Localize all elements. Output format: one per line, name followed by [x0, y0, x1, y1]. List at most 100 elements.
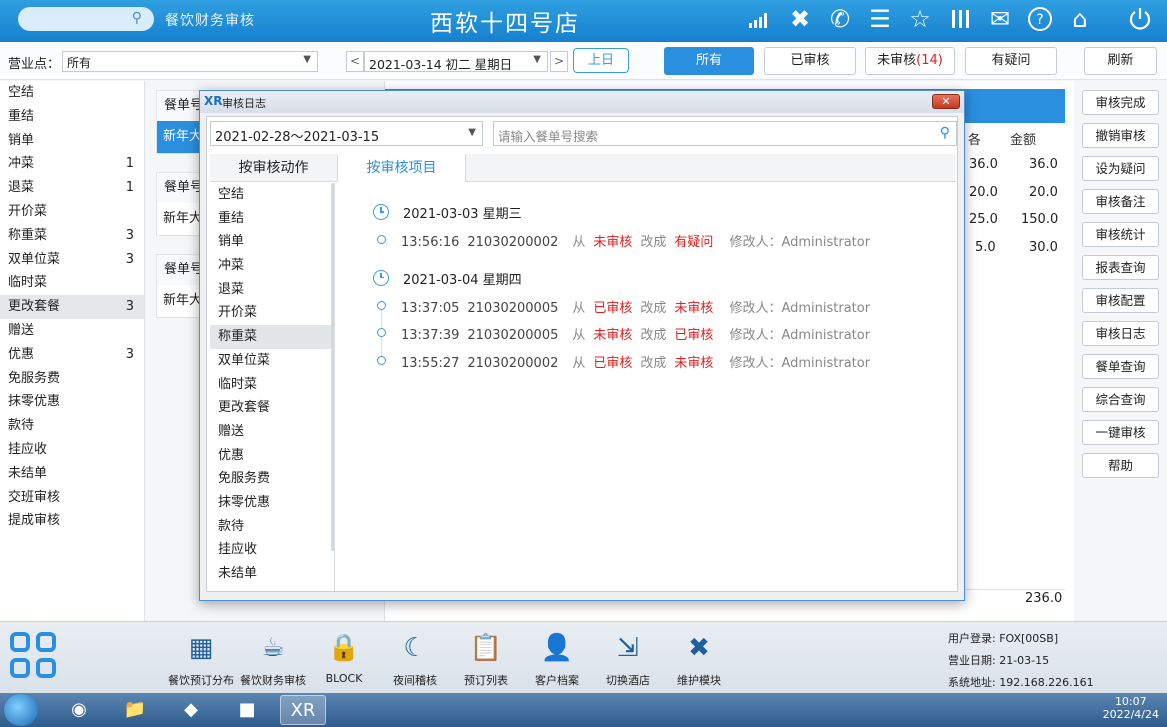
sidebar-item[interactable]: 空结 — [0, 81, 144, 105]
sidebar-item[interactable]: 免服务费 — [0, 367, 144, 391]
next-date-arrow[interactable]: > — [550, 51, 568, 72]
action-button[interactable]: 撤销审核 — [1082, 123, 1159, 148]
sidebar-item[interactable]: 临时菜 — [0, 271, 144, 295]
tab-by-action[interactable]: 按审核动作 — [210, 154, 338, 182]
phone-icon[interactable]: ✆ — [825, 4, 855, 34]
system-address: 系统地址: 192.168.226.161 — [948, 676, 1094, 689]
app-icon[interactable]: ◆ — [168, 695, 214, 725]
sidebar-item[interactable]: 开价菜 — [0, 200, 144, 224]
audit-action-item[interactable]: 抹零优惠 — [210, 491, 334, 515]
audit-action-item[interactable]: 挂应收 — [210, 538, 334, 562]
menu-icon[interactable]: ☰ — [865, 4, 895, 34]
audit-action-item[interactable]: 临时菜 — [210, 373, 334, 397]
audit-action-item[interactable]: 空结 — [210, 183, 334, 207]
outlet-select[interactable]: 所有 ▼ — [62, 51, 318, 72]
dock-item[interactable]: 📋 预订列表 — [450, 630, 522, 688]
sidebar-item[interactable]: 冲菜 1 — [0, 152, 144, 176]
dock-item[interactable]: 👤 客户档案 — [521, 630, 593, 688]
dialog-titlebar[interactable]: XR 审核日志 ✕ — [200, 91, 964, 113]
action-button[interactable]: 餐单查询 — [1082, 354, 1159, 379]
action-button[interactable]: 审核日志 — [1082, 321, 1159, 346]
columns-icon[interactable] — [945, 4, 975, 34]
audit-action-item[interactable]: 冲菜 — [210, 254, 334, 278]
audit-action-item[interactable]: 退菜 — [210, 278, 334, 302]
prev-date-arrow[interactable]: < — [346, 51, 364, 72]
audit-action-item[interactable]: 优惠 — [210, 444, 334, 468]
filter-audited-button[interactable]: 已审核 — [764, 47, 856, 75]
sidebar-item[interactable]: 重结 — [0, 105, 144, 129]
sidebar-item[interactable]: 退菜 1 — [0, 176, 144, 200]
business-date-select[interactable]: 2021-03-14 初二 星期日 ▼ — [364, 51, 548, 72]
log-entry[interactable]: 13:56:16 21030200002 从未审核 改成 有疑问 修改人：Administ… — [401, 231, 878, 250]
audit-action-item[interactable]: 赠送 — [210, 420, 334, 444]
log-entry[interactable]: 13:55:27 21030200002 从已审核 改成 未审核 修改人：Administ… — [401, 352, 878, 371]
action-button[interactable]: 审核完成 — [1082, 90, 1159, 115]
app-icon[interactable]: ■ — [224, 695, 270, 725]
dock-item[interactable]: ✖ 维护模块 — [663, 630, 735, 688]
sidebar-item[interactable]: 抹零优惠 — [0, 390, 144, 414]
global-search[interactable]: ⚲ — [18, 7, 154, 31]
sidebar-item[interactable]: 更改套餐 3 — [0, 295, 144, 319]
start-button[interactable] — [4, 694, 38, 726]
sidebar-item[interactable]: 销单 — [0, 129, 144, 153]
star-icon[interactable]: ☆ — [905, 4, 935, 34]
filter-unaudited-button[interactable]: 未审核(14) — [865, 47, 955, 75]
audit-action-item[interactable]: 销单 — [210, 230, 334, 254]
action-button[interactable]: 一键审核 — [1082, 420, 1159, 445]
refresh-button[interactable]: 刷新 — [1084, 47, 1157, 75]
audit-action-item[interactable]: 双单位菜 — [210, 349, 334, 373]
sidebar-item[interactable]: 交班审核 — [0, 486, 144, 510]
audit-action-item[interactable]: 未结单 — [210, 562, 334, 586]
prev-day-button[interactable]: 上日 — [573, 48, 629, 73]
action-button[interactable]: 审核备注 — [1082, 189, 1159, 214]
dock-item[interactable]: ☕ 餐饮财务审核 — [237, 630, 309, 688]
action-button[interactable]: 报表查询 — [1082, 255, 1159, 280]
audit-action-item[interactable]: 称重菜 — [210, 325, 334, 349]
power-icon[interactable] — [1125, 4, 1155, 34]
sidebar-item[interactable]: 称重菜 3 — [0, 224, 144, 248]
log-from-word: 从 — [572, 328, 586, 343]
sidebar-item[interactable]: 未结单 — [0, 462, 144, 486]
audit-action-item[interactable]: 开价菜 — [210, 301, 334, 325]
audit-action-item[interactable]: 更改套餐 — [210, 396, 334, 420]
log-entry[interactable]: 13:37:05 21030200005 从已审核 改成 未审核 修改人：Administ… — [401, 297, 878, 316]
dock-item[interactable]: ⇲ 切换酒店 — [592, 630, 664, 688]
tab-by-item[interactable]: 按审核项目 — [338, 154, 466, 182]
log-time: 13:37:39 — [401, 328, 460, 343]
date-range-select[interactable]: 2021-02-28～2021-03-15 ▼ — [210, 121, 483, 146]
mail-icon[interactable]: ✉ — [985, 4, 1015, 34]
action-button[interactable]: 设为疑问 — [1082, 156, 1159, 181]
dock-item[interactable]: ▦ 餐饮预订分布 — [165, 630, 237, 688]
firefox-icon[interactable]: ◉ — [56, 695, 102, 725]
log-entry[interactable]: 13:37:39 21030200005 从未审核 改成 已审核 修改人：Administ… — [401, 324, 878, 343]
sidebar-item[interactable]: 赠送 — [0, 319, 144, 343]
action-button[interactable]: 审核配置 — [1082, 288, 1159, 313]
filter-all-button[interactable]: 所有 — [664, 47, 754, 75]
system-tray-clock[interactable]: 10:07 2022/4/24 — [1103, 695, 1159, 721]
dock-item[interactable]: ☾ 夜间稽核 — [379, 630, 451, 688]
file-explorer-icon[interactable]: 📁 — [112, 695, 158, 725]
sidebar-item[interactable]: 款待 — [0, 414, 144, 438]
sidebar-item[interactable]: 提成审核 — [0, 509, 144, 533]
filter-doubtful-button[interactable]: 有疑问 — [965, 47, 1057, 75]
sidebar-item[interactable]: 挂应收 — [0, 438, 144, 462]
sidebar-item[interactable]: 优惠 3 — [0, 343, 144, 367]
xr-app-icon[interactable]: XR — [280, 695, 326, 725]
close-button[interactable]: ✕ — [932, 94, 960, 109]
action-button[interactable]: 综合查询 — [1082, 387, 1159, 412]
audit-action-item[interactable]: 免服务费 — [210, 467, 334, 491]
scrollbar[interactable] — [331, 183, 334, 551]
sidebar-item[interactable]: 双单位菜 3 — [0, 248, 144, 272]
action-button[interactable]: 帮助 — [1082, 453, 1159, 478]
audit-action-item[interactable]: 款待 — [210, 515, 334, 539]
audit-action-item[interactable]: 重结 — [210, 207, 334, 231]
order-search-input[interactable]: 请输入餐单号搜索 ⚲ — [493, 121, 957, 146]
help-icon[interactable]: ? — [1025, 4, 1055, 34]
dock-item[interactable]: 🔒 BLOCK — [308, 630, 380, 685]
grid-logo-icon[interactable] — [8, 630, 60, 682]
home-icon[interactable]: ⌂ — [1065, 4, 1095, 34]
tools-icon[interactable]: ✖ — [785, 4, 815, 34]
dock-item-label: BLOCK — [325, 672, 363, 685]
chevron-down-icon: ▼ — [533, 54, 541, 65]
action-button[interactable]: 审核统计 — [1082, 222, 1159, 247]
